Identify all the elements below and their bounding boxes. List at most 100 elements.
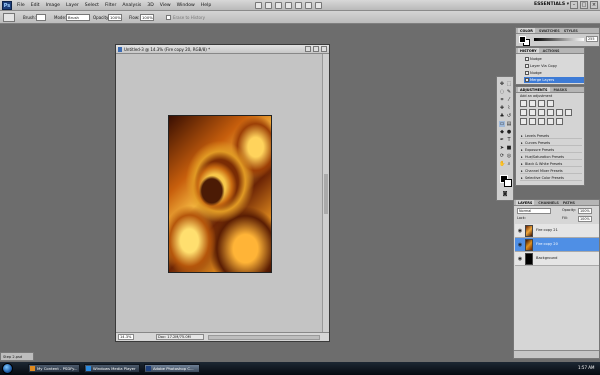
maximize-button[interactable]: □ xyxy=(580,1,588,9)
menu-filter[interactable]: Filter xyxy=(104,3,117,8)
menu-select[interactable]: Select xyxy=(84,3,100,8)
start-button[interactable] xyxy=(2,363,13,374)
black-white-icon[interactable] xyxy=(547,109,554,116)
threshold-icon[interactable] xyxy=(538,118,545,125)
gradient-map-icon[interactable] xyxy=(547,118,554,125)
history-brush-tool-icon[interactable]: ↺ xyxy=(506,113,512,119)
curves-icon[interactable] xyxy=(538,100,545,107)
menu-window[interactable]: Window xyxy=(176,3,196,8)
blend-mode-select[interactable]: Normal xyxy=(517,208,551,214)
minimize-button[interactable]: – xyxy=(570,1,578,9)
history-item[interactable]: Layer Via Copy xyxy=(524,63,584,69)
zoom-field[interactable]: 14.3% xyxy=(118,334,134,340)
menu-image[interactable]: Image xyxy=(45,3,61,8)
pen-tool-icon[interactable]: ✒ xyxy=(499,137,505,143)
preset-exposure[interactable]: Exposure Presets xyxy=(520,147,582,153)
selective-color-icon[interactable] xyxy=(556,118,563,125)
horizontal-scrollbar[interactable] xyxy=(208,335,320,340)
document-info[interactable]: Doc: 17.2M/75.0M xyxy=(156,334,204,340)
preset-selective-color[interactable]: Selective Color Presets xyxy=(520,175,582,181)
menu-edit[interactable]: Edit xyxy=(30,3,41,8)
taskbar-item-browser[interactable]: My Content - PSDFy... xyxy=(28,364,80,373)
fill-field[interactable]: 100% xyxy=(578,216,592,222)
arrange-documents-icon[interactable] xyxy=(305,2,312,9)
background-color-icon[interactable] xyxy=(504,179,512,187)
layer-opacity-field[interactable]: 100% xyxy=(578,208,592,214)
menu-3d[interactable]: 3D xyxy=(146,3,154,8)
preset-black-white[interactable]: Black & White Presets xyxy=(520,161,582,167)
document-minimize-button[interactable] xyxy=(305,46,311,52)
tab-channels[interactable]: CHANNELS xyxy=(538,200,559,205)
menu-help[interactable]: Help xyxy=(200,3,212,8)
lasso-tool-icon[interactable]: ◌ xyxy=(499,89,505,95)
dodge-tool-icon[interactable]: ● xyxy=(506,129,512,135)
invert-icon[interactable] xyxy=(520,118,527,125)
tab-color[interactable]: COLOR xyxy=(518,28,535,33)
color-value-field[interactable]: 255 xyxy=(586,36,598,42)
crop-tool-icon[interactable]: ⌗ xyxy=(499,97,505,103)
tool-preset-picker[interactable] xyxy=(3,13,15,22)
mini-bridge-icon[interactable] xyxy=(265,2,272,9)
foreground-color-swatch[interactable] xyxy=(519,36,526,43)
hand-tool-icon[interactable]: ✋ xyxy=(499,161,505,167)
type-tool-icon[interactable]: T xyxy=(506,137,512,143)
document-close-button[interactable] xyxy=(321,46,327,52)
bridge-icon[interactable] xyxy=(255,2,262,9)
gradient-tool-icon[interactable]: ▤ xyxy=(506,121,512,127)
preset-curves[interactable]: Curves Presets xyxy=(520,140,582,146)
visibility-eye-icon[interactable]: ◉ xyxy=(517,242,523,248)
minimized-document[interactable]: Step 2.psd xyxy=(0,352,34,361)
mode-select[interactable]: Brush xyxy=(66,14,90,21)
quick-mask-icon[interactable]: ◙ xyxy=(502,191,508,197)
path-selection-tool-icon[interactable]: ➤ xyxy=(499,145,505,151)
menu-file[interactable]: File xyxy=(16,3,26,8)
color-slider[interactable] xyxy=(534,38,584,41)
opacity-field[interactable]: 100% xyxy=(108,14,122,21)
brush-picker[interactable] xyxy=(36,14,46,21)
3d-rotate-tool-icon[interactable]: ⟳ xyxy=(499,153,505,159)
tab-actions[interactable]: ACTIONS xyxy=(543,48,560,53)
tab-swatches[interactable]: SWATCHES xyxy=(539,28,560,33)
visibility-eye-icon[interactable]: ◉ xyxy=(517,256,523,262)
history-item[interactable]: Nudge xyxy=(524,56,584,62)
layer-row[interactable]: ◉ Background xyxy=(515,252,599,266)
taskbar-item-photoshop[interactable]: Adobe Photoshop C... xyxy=(144,364,200,373)
photo-filter-icon[interactable] xyxy=(556,109,563,116)
hand-tool-icon[interactable] xyxy=(275,2,282,9)
vibrance-icon[interactable] xyxy=(520,109,527,116)
eraser-tool-icon[interactable]: ▭ xyxy=(499,121,505,127)
menu-layer[interactable]: Layer xyxy=(65,3,80,8)
menu-analysis[interactable]: Analysis xyxy=(121,3,142,8)
layer-row[interactable]: ◉ Fire copy 21 xyxy=(515,224,599,238)
tab-styles[interactable]: STYLES xyxy=(564,28,578,33)
tab-masks[interactable]: MASKS xyxy=(554,87,568,92)
scrollbar-thumb[interactable] xyxy=(324,174,328,214)
posterize-icon[interactable] xyxy=(529,118,536,125)
clone-stamp-tool-icon[interactable]: ♣ xyxy=(499,113,505,119)
brightness-contrast-icon[interactable] xyxy=(520,100,527,107)
tab-adjustments[interactable]: ADJUSTMENTS xyxy=(518,87,550,92)
document-titlebar[interactable]: Untitled-3 @ 14.3% (Fire copy 20, RGB/8)… xyxy=(116,45,329,54)
channel-mixer-icon[interactable] xyxy=(565,109,572,116)
3d-orbit-tool-icon[interactable]: ◎ xyxy=(506,153,512,159)
close-button[interactable]: × xyxy=(590,1,598,9)
eyedropper-tool-icon[interactable]: ⁄ xyxy=(506,97,512,103)
levels-icon[interactable] xyxy=(529,100,536,107)
shape-tool-icon[interactable]: ■ xyxy=(506,145,512,151)
zoom-tool-icon[interactable] xyxy=(285,2,292,9)
rotate-view-icon[interactable] xyxy=(295,2,302,9)
flow-field[interactable]: 100% xyxy=(140,14,154,21)
layer-row-selected[interactable]: ◉ Fire copy 20 xyxy=(515,238,599,252)
canvas-image[interactable] xyxy=(168,115,272,273)
preset-channel-mixer[interactable]: Channel Mixer Presets xyxy=(520,168,582,174)
marquee-tool-icon[interactable]: ⬚ xyxy=(506,81,512,87)
history-item[interactable]: Nudge xyxy=(524,70,584,76)
tab-paths[interactable]: PATHS xyxy=(563,200,575,205)
move-tool-icon[interactable]: ✥ xyxy=(499,81,505,87)
tab-layers[interactable]: LAYERS xyxy=(516,200,535,205)
hue-saturation-icon[interactable] xyxy=(529,109,536,116)
menu-view[interactable]: View xyxy=(159,3,172,8)
healing-brush-tool-icon[interactable]: ✚ xyxy=(499,105,505,111)
preset-hue-saturation[interactable]: Hue/Saturation Presets xyxy=(520,154,582,160)
vertical-scrollbar[interactable] xyxy=(322,54,329,333)
